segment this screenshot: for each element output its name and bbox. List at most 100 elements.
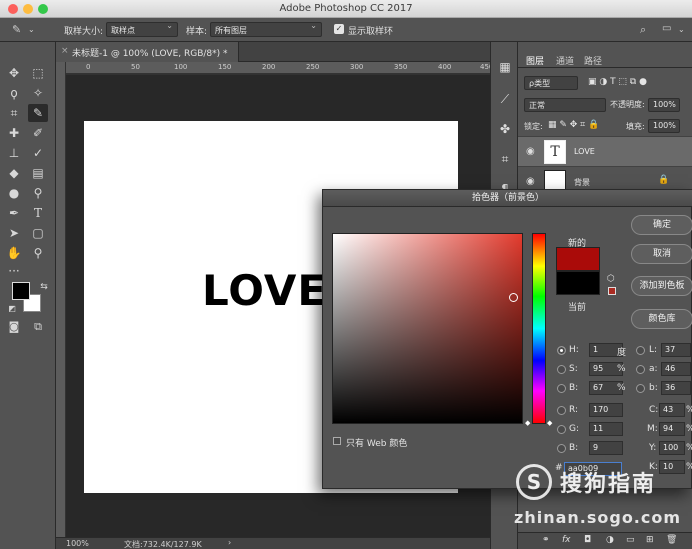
type-tool-icon[interactable]: T bbox=[28, 204, 48, 222]
ruler-tick-label: 100 bbox=[174, 63, 188, 71]
text-layer-thumbnail: T bbox=[544, 140, 566, 164]
status-bar: 100% 文档:732.4K/127.9K › bbox=[56, 537, 490, 549]
m-input[interactable]: 94 bbox=[659, 422, 685, 436]
history-brush-tool-icon[interactable]: ✓ bbox=[28, 144, 48, 162]
dodge-tool-icon[interactable]: ⚲ bbox=[28, 184, 48, 202]
gradient-tool-icon[interactable]: ▤ bbox=[28, 164, 48, 182]
lab-b-input[interactable]: 36 bbox=[661, 381, 691, 395]
chevron-right-icon[interactable]: › bbox=[228, 538, 231, 547]
blue-input[interactable]: 9 bbox=[589, 441, 623, 455]
l-radio[interactable] bbox=[636, 346, 645, 355]
hue-slider-handle-left[interactable]: ◆ bbox=[525, 419, 530, 427]
y-input[interactable]: 100 bbox=[659, 441, 685, 455]
foreground-color-swatch[interactable] bbox=[12, 282, 30, 300]
ruler-tick-label: 50 bbox=[131, 63, 140, 71]
tab-layers[interactable]: 图层 bbox=[526, 54, 544, 67]
c-input[interactable]: 43 bbox=[659, 403, 685, 417]
g-input[interactable]: 11 bbox=[589, 422, 623, 436]
tab-paths[interactable]: 路径 bbox=[584, 54, 602, 67]
ok-button[interactable]: 确定 bbox=[631, 215, 692, 235]
layer-filter-select[interactable]: ρ类型 bbox=[524, 76, 578, 90]
document-tab[interactable]: × 未标题-1 @ 100% (LOVE, RGB/8*) * bbox=[56, 42, 239, 62]
marquee-tool-icon[interactable]: ⬚ bbox=[28, 64, 48, 82]
pen-tool-icon[interactable]: ✒ bbox=[4, 204, 24, 222]
hand-tool-icon[interactable]: ✋ bbox=[4, 244, 24, 262]
lasso-tool-icon[interactable]: ϙ bbox=[4, 84, 24, 102]
a-radio[interactable] bbox=[636, 365, 645, 374]
document-info: 文档:732.4K/127.9K bbox=[124, 540, 202, 549]
eye-icon[interactable]: ◉ bbox=[526, 176, 535, 187]
g-radio[interactable] bbox=[557, 425, 566, 434]
filter-pixel-icon[interactable]: ▣ ◑ T ⬚ ⧉ ● bbox=[588, 77, 647, 87]
sample-select[interactable]: 所有图层 bbox=[210, 21, 322, 37]
hue-slider-handle-right[interactable]: ◆ bbox=[547, 419, 552, 427]
web-colors-checkbox[interactable] bbox=[333, 437, 341, 445]
b-radio[interactable] bbox=[557, 384, 566, 393]
web-safe-cube-icon[interactable]: ⬡ bbox=[607, 274, 615, 284]
zoom-level[interactable]: 100% bbox=[66, 539, 89, 548]
options-bar: ✎ ⌄ 取样大小: 取样点 样本: 所有图层 ✓ 显示取样环 ⌕ ▭ ⌄ bbox=[0, 18, 692, 42]
eyedropper-icon[interactable]: ✎ bbox=[12, 23, 21, 36]
default-colors-icon[interactable]: ◩ bbox=[2, 300, 22, 318]
libraries-panel-icon[interactable]: ✤ bbox=[497, 122, 513, 138]
vertical-ruler bbox=[56, 62, 66, 537]
chevron-down-icon[interactable]: ⌄ bbox=[678, 25, 685, 34]
a-input[interactable]: 46 bbox=[661, 362, 691, 376]
brush-tool-icon[interactable]: ✐ bbox=[28, 124, 48, 142]
color-marker[interactable] bbox=[509, 293, 518, 302]
hue-slider[interactable] bbox=[532, 233, 546, 424]
show-ring-checkbox[interactable]: ✓ bbox=[334, 24, 344, 34]
add-to-swatches-button[interactable]: 添加到色板 bbox=[631, 276, 692, 296]
more-tools-icon[interactable]: ··· bbox=[4, 262, 24, 280]
clone-stamp-tool-icon[interactable]: ⊥ bbox=[4, 144, 24, 162]
lab-b-radio[interactable] bbox=[636, 384, 645, 393]
chevron-down-icon[interactable]: ⌄ bbox=[28, 25, 35, 34]
r-input[interactable]: 170 bbox=[589, 403, 623, 417]
zoom-tool-icon[interactable]: ⚲ bbox=[28, 244, 48, 262]
saturation-brightness-field[interactable] bbox=[332, 233, 523, 424]
healing-brush-tool-icon[interactable]: ✚ bbox=[4, 124, 24, 142]
screen-mode-icon[interactable]: ⧉ bbox=[28, 318, 48, 336]
swap-colors-icon[interactable]: ⇆ bbox=[34, 278, 54, 296]
blur-tool-icon[interactable]: ● bbox=[4, 184, 24, 202]
r-radio[interactable] bbox=[557, 406, 566, 415]
crop-tool-icon[interactable]: ⌗ bbox=[4, 104, 24, 122]
eyedropper-tool-icon[interactable]: ✎ bbox=[28, 104, 48, 122]
s-unit: % bbox=[617, 364, 626, 374]
color-panel-icon[interactable]: ▦ bbox=[497, 60, 513, 76]
blue-radio[interactable] bbox=[557, 444, 566, 453]
eraser-tool-icon[interactable]: ◆ bbox=[4, 164, 24, 182]
lock-icons[interactable]: ▦ ✎ ✥ ⌗ 🔒 bbox=[548, 120, 599, 130]
blend-mode-select[interactable]: 正常 bbox=[524, 98, 606, 112]
move-tool-icon[interactable]: ✥ bbox=[4, 64, 24, 82]
tab-channels[interactable]: 通道 bbox=[556, 54, 574, 67]
layers-tab-bar: 图层 通道 路径 bbox=[518, 52, 692, 68]
gamut-warning-swatch[interactable] bbox=[608, 287, 616, 295]
close-icon[interactable]: × bbox=[61, 46, 69, 56]
current-color-swatch[interactable] bbox=[556, 271, 600, 295]
h-radio[interactable] bbox=[557, 346, 566, 355]
opacity-input[interactable]: 100% bbox=[648, 98, 680, 112]
adjustments-panel-icon[interactable]: ⟋ bbox=[497, 92, 513, 108]
eye-icon[interactable]: ◉ bbox=[526, 146, 535, 157]
sample-size-select[interactable]: 取样点 bbox=[106, 21, 178, 37]
layer-name[interactable]: 背景 bbox=[574, 177, 590, 188]
rectangle-tool-icon[interactable]: ▢ bbox=[28, 224, 48, 242]
workspace-icon[interactable]: ▭ bbox=[662, 23, 671, 34]
path-selection-tool-icon[interactable]: ➤ bbox=[4, 224, 24, 242]
crop-panel-icon[interactable]: ⌗ bbox=[497, 152, 513, 168]
s-radio[interactable] bbox=[557, 365, 566, 374]
cancel-button[interactable]: 取消 bbox=[631, 244, 692, 264]
layer-name[interactable]: LOVE bbox=[574, 147, 595, 156]
layer-row-love[interactable]: ◉ T LOVE bbox=[518, 136, 692, 166]
lock-label: 锁定: bbox=[524, 122, 543, 131]
love-text-layer[interactable]: LOVE bbox=[202, 266, 327, 315]
magic-wand-tool-icon[interactable]: ✧ bbox=[28, 84, 48, 102]
search-icon[interactable]: ⌕ bbox=[640, 23, 646, 37]
quick-mask-icon[interactable]: ◙ bbox=[4, 318, 24, 336]
title-bar: Adobe Photoshop CC 2017 bbox=[0, 0, 692, 18]
ruler-tick-label: 350 bbox=[394, 63, 408, 71]
l-input[interactable]: 37 bbox=[661, 343, 691, 357]
fill-input[interactable]: 100% bbox=[648, 119, 680, 133]
color-libraries-button[interactable]: 颜色库 bbox=[631, 309, 692, 329]
